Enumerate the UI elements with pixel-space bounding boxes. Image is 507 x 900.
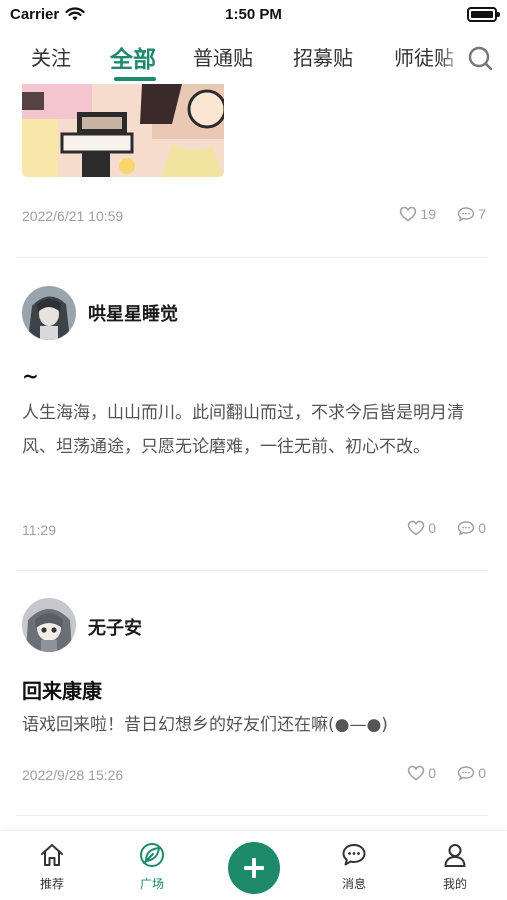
- heart-icon: [407, 765, 425, 781]
- comment-count: 0: [478, 520, 486, 536]
- like-button[interactable]: 0: [407, 765, 436, 781]
- nav-square[interactable]: 广场: [122, 841, 182, 892]
- tab-all[interactable]: 全部: [110, 40, 156, 74]
- nav-messages[interactable]: 消息: [324, 841, 384, 892]
- bottom-navigation: 推荐 广场 消息 我的: [0, 830, 507, 900]
- post-meta: 2022/6/21 10:59 19 7: [22, 206, 488, 228]
- tab-normal-posts[interactable]: 普通贴: [193, 42, 253, 71]
- post-image-art: [22, 84, 224, 177]
- category-tabs: 关注 全部 普通贴 招募贴 师徒贴: [0, 34, 507, 82]
- search-icon: [468, 46, 493, 71]
- nav-profile[interactable]: 我的: [425, 841, 485, 892]
- status-bar: Carrier 1:50 PM: [0, 0, 507, 30]
- tab-fade: [440, 34, 464, 82]
- nav-profile-label: 我的: [442, 877, 467, 891]
- nav-messages-label: 消息: [341, 877, 366, 891]
- tab-recruit-posts[interactable]: 招募贴: [293, 42, 353, 71]
- post-divider: [16, 257, 488, 258]
- post-title: 回来康康: [22, 679, 102, 703]
- avatar-image: [22, 286, 76, 340]
- like-count: 19: [420, 206, 436, 222]
- post-title: ~: [22, 364, 39, 388]
- post-timestamp: 2022/9/28 15:26: [22, 767, 124, 783]
- post-timestamp: 11:29: [22, 522, 56, 538]
- comment-button[interactable]: 0: [457, 520, 486, 536]
- avatar[interactable]: [22, 286, 76, 340]
- home-icon: [41, 844, 63, 866]
- avatar[interactable]: [22, 598, 76, 652]
- author-name[interactable]: 哄星星睡觉: [88, 300, 178, 326]
- post-divider: [16, 815, 488, 816]
- status-time: 1:50 PM: [225, 6, 282, 23]
- comment-icon: [457, 766, 475, 781]
- post-meta: 2022/9/28 15:26 0 0: [22, 765, 488, 787]
- chat-icon: [342, 844, 366, 866]
- post-body[interactable]: 人生海海，山山而川。此间翻山而过，不求今后皆是明月清风、坦荡通途，只愿无论磨难，…: [22, 396, 484, 464]
- post-image[interactable]: [22, 84, 224, 177]
- tab-follow[interactable]: 关注: [31, 42, 71, 71]
- post-body[interactable]: 语戏回来啦！昔日幻想乡的好友们还在嘛(●—●): [22, 708, 484, 742]
- heart-icon: [400, 206, 417, 222]
- comment-button[interactable]: 0: [457, 765, 486, 781]
- like-button[interactable]: 0: [407, 520, 436, 536]
- nav-recommend-label: 推荐: [39, 877, 64, 891]
- active-tab-indicator: [114, 77, 156, 81]
- battery-icon: [467, 7, 500, 22]
- author-name[interactable]: 无子安: [88, 614, 142, 640]
- comment-count: 7: [478, 206, 486, 222]
- post-feed: 2022/6/21 10:59 19 7 哄星星睡觉 ~ 人生海海，山山而川。此…: [0, 84, 507, 828]
- post-divider: [16, 570, 488, 571]
- like-count: 0: [428, 765, 436, 781]
- nav-square-label: 广场: [139, 877, 164, 891]
- post-timestamp: 2022/6/21 10:59: [22, 208, 124, 224]
- comment-button[interactable]: 7: [457, 206, 486, 222]
- comment-icon: [457, 207, 475, 222]
- create-post-button[interactable]: [228, 842, 280, 894]
- comment-icon: [457, 521, 475, 536]
- like-count: 0: [428, 520, 436, 536]
- leaf-icon: [140, 843, 164, 867]
- like-button[interactable]: 19: [399, 206, 436, 222]
- user-icon: [444, 844, 466, 867]
- nav-recommend[interactable]: 推荐: [22, 841, 82, 892]
- search-button[interactable]: [464, 42, 498, 76]
- heart-icon: [407, 520, 425, 536]
- comment-count: 0: [478, 765, 486, 781]
- avatar-image: [22, 598, 76, 652]
- post-meta: 11:29 0 0: [22, 520, 488, 542]
